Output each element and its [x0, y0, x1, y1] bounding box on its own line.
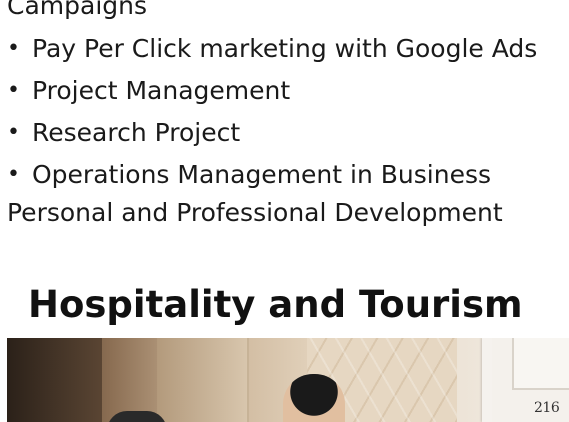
- image-door: [7, 338, 102, 422]
- list-item-plain: Personal and Professional Development: [7, 198, 503, 227]
- image-doorframe: [482, 338, 492, 422]
- list-item-label: Operations Management in Business: [32, 160, 491, 189]
- list-item-label: Pay Per Click marketing with Google Ads: [32, 34, 538, 63]
- module-list: • Pay Per Click marketing with Google Ad…: [7, 28, 537, 196]
- list-item-tail: Campaigns: [7, 0, 148, 20]
- list-item: • Operations Management in Business: [7, 154, 537, 196]
- section-heading: Hospitality and Tourism: [28, 283, 523, 326]
- bullet-icon: •: [7, 162, 20, 187]
- list-item: • Project Management: [7, 70, 537, 112]
- bullet-icon: •: [7, 78, 20, 103]
- room-number-sign: 216: [534, 400, 560, 416]
- list-item-label: Project Management: [32, 76, 291, 105]
- list-item: • Pay Per Click marketing with Google Ad…: [7, 28, 537, 70]
- list-item: • Research Project: [7, 112, 537, 154]
- list-item-label: Research Project: [32, 118, 241, 147]
- image-wall-panel: [157, 338, 249, 422]
- image-wall-frame: [512, 338, 569, 390]
- hospitality-hero-image: 216: [7, 338, 569, 422]
- bullet-icon: •: [7, 120, 20, 145]
- bullet-icon: •: [7, 36, 20, 61]
